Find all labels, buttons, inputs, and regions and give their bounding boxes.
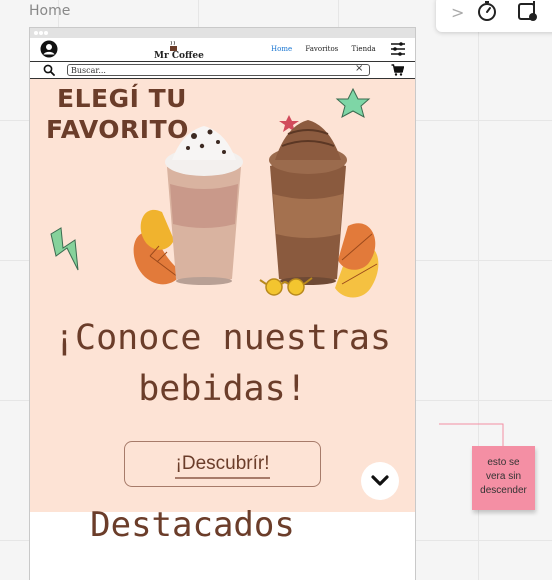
search-input[interactable] [67,64,370,76]
discover-button-label: ¡Descubrír! [174,453,271,479]
comment-connector-line [439,423,504,446]
filter-menu-icon[interactable] [390,41,406,57]
promo-title-line1: ELEGÍ TU [57,84,187,113]
chevron-down-icon [371,475,389,486]
canvas-frame-label[interactable]: Home [29,3,70,19]
promo-title: ELEGÍ TU FAVORITO [46,83,189,145]
search-icon[interactable] [43,64,55,76]
present-frame-icon[interactable] [516,0,538,22]
nav-store[interactable]: Tienda [352,45,376,53]
clear-search-icon[interactable]: × [355,63,363,74]
user-icon[interactable] [40,40,58,58]
sticky-note-line3: descender [480,485,527,496]
timer-icon[interactable] [476,0,498,22]
mobile-frame: Mr Coffee Home Favoritos Tienda × [29,27,416,580]
nav-home[interactable]: Home [271,45,292,53]
nav-favorites[interactable]: Favoritos [305,45,338,53]
nav-links: Home Favoritos Tienda [271,45,387,53]
brand-logo[interactable]: Mr Coffee [154,39,218,61]
sticky-note[interactable]: esto se vera sin descender [472,446,535,510]
search-bar: × [30,62,415,79]
app-navbar: Mr Coffee Home Favoritos Tienda [30,38,415,62]
hero-section: ELEGÍ TU FAVORITO ¡Conoce nuestras bebid… [30,79,415,512]
sticky-note-line1: esto se [487,457,520,468]
coffee-cup-icon [170,41,177,51]
frame-top-bar [30,28,415,38]
sticky-note-line2: vera sin [485,471,521,482]
canvas-toolbar: > [436,0,552,32]
scroll-down-button[interactable] [361,462,399,500]
promo-title-line2: FAVORITO [46,115,189,144]
brand-logo-text: Mr Coffee [154,51,204,61]
chevron-right-icon[interactable]: > [451,3,464,22]
featured-section-title: Destacados [90,505,295,545]
hero-heading-line2: bebidas! [138,369,307,409]
cart-icon[interactable] [391,64,404,76]
discover-button[interactable]: ¡Descubrír! [124,441,321,487]
hero-heading-line1: ¡Conoce nuestras [53,318,392,358]
hero-heading: ¡Conoce nuestras bebidas! [30,313,415,415]
